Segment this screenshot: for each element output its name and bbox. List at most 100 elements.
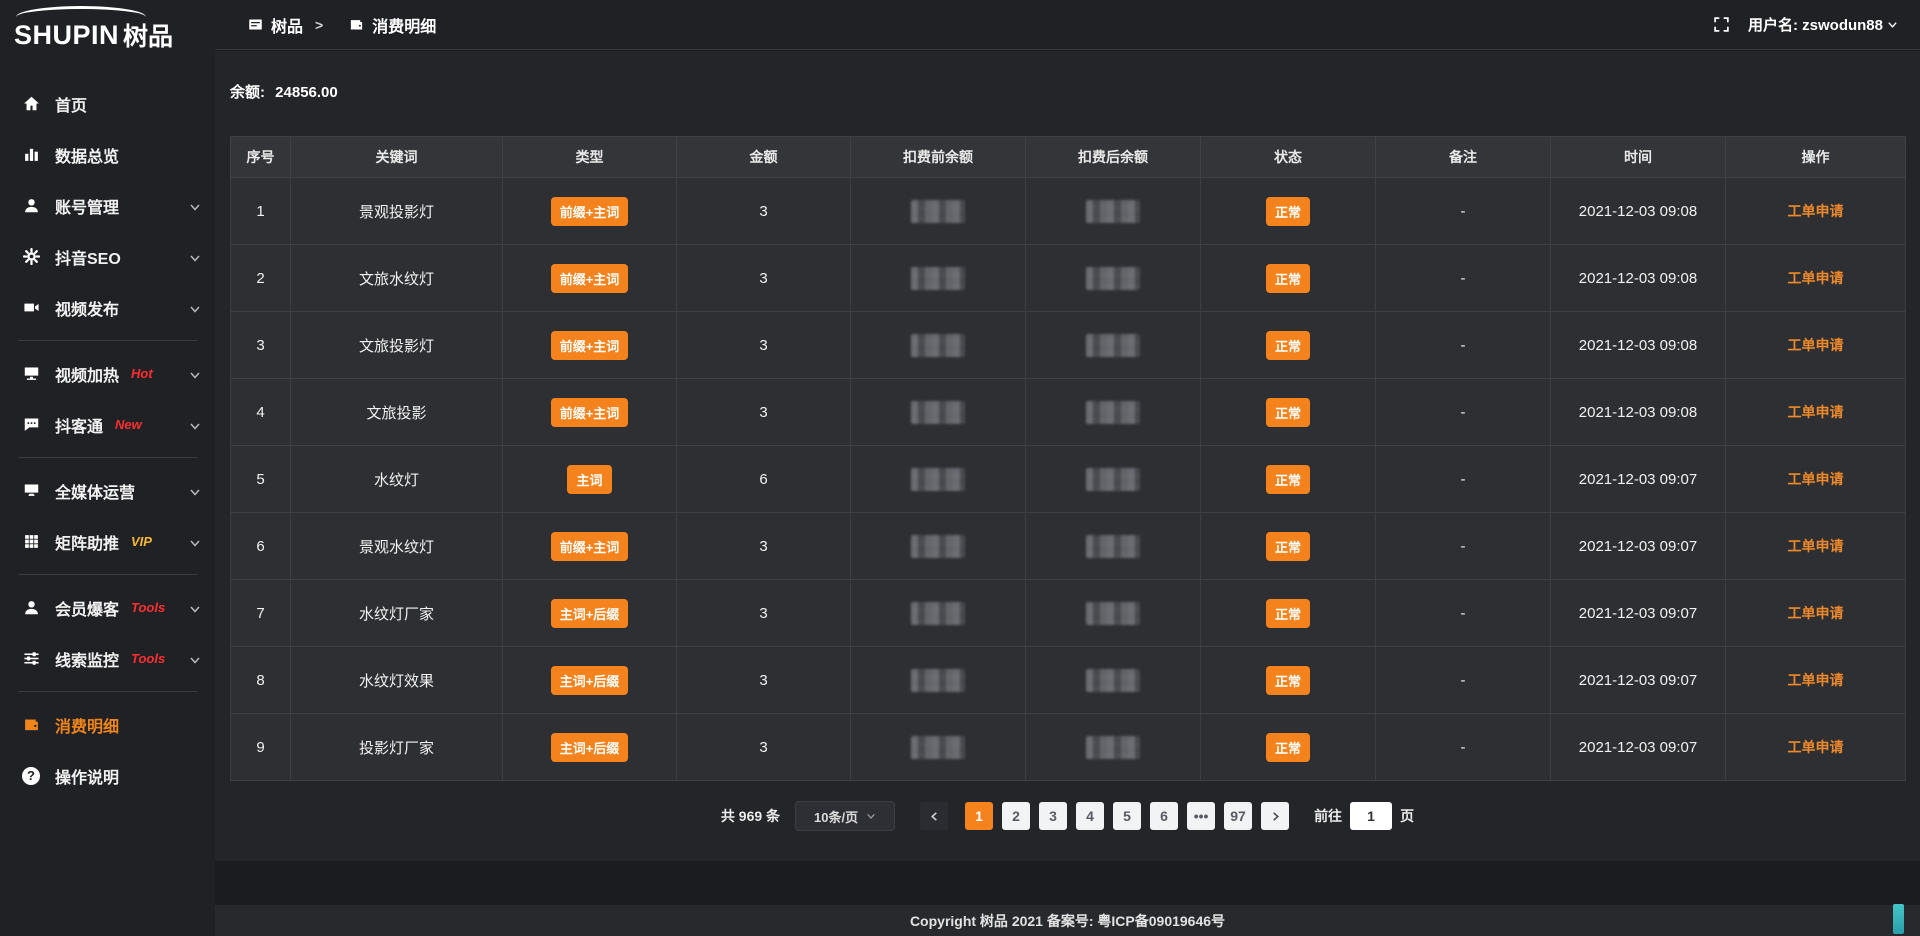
cell-status: 正常 <box>1201 714 1376 781</box>
page-button-4[interactable]: 4 <box>1076 802 1104 830</box>
wallet-icon <box>22 716 40 734</box>
balance-value: 24856.00 <box>275 84 338 101</box>
chevron-down-icon <box>189 419 201 431</box>
table-row: 6景观水纹灯前缀+主词3正常-2021-12-03 09:07工单申请 <box>231 513 1906 580</box>
type-badge: 主词+后缀 <box>551 666 629 695</box>
sidebar-item-label: 线索监控 <box>55 647 119 671</box>
work-order-link[interactable]: 工单申请 <box>1788 471 1844 487</box>
page-button-5[interactable]: 5 <box>1113 802 1141 830</box>
status-badge: 正常 <box>1266 733 1310 762</box>
sidebar-item-account-management[interactable]: 账号管理 <box>0 180 215 231</box>
sidebar-item-badge: VIP <box>131 534 152 549</box>
cell-keyword: 水纹灯效果 <box>291 647 503 714</box>
pagination-ellipsis[interactable]: ••• <box>1187 802 1215 830</box>
column-header: 扣费后余额 <box>1026 137 1201 178</box>
monitor-icon <box>22 482 40 500</box>
work-order-link[interactable]: 工单申请 <box>1788 538 1844 554</box>
work-order-link[interactable]: 工单申请 <box>1788 404 1844 420</box>
chevron-down-icon <box>189 302 201 314</box>
cell-remark: - <box>1376 312 1551 379</box>
blurred-balance-after <box>1086 334 1140 357</box>
sidebar-item-douyin-seo[interactable]: 抖音SEO <box>0 231 215 282</box>
sidebar-divider <box>18 574 197 575</box>
sidebar-item-consumption-detail[interactable]: 消费明细 <box>0 699 215 750</box>
work-order-link[interactable]: 工单申请 <box>1788 739 1844 755</box>
blurred-balance-after <box>1086 535 1140 558</box>
chevron-down-icon <box>189 368 201 380</box>
cell-balance-after <box>1026 446 1201 513</box>
cell-index: 2 <box>231 245 291 312</box>
blurred-balance-before <box>911 535 965 558</box>
sidebar-item-member-baoke[interactable]: 会员爆客 Tools <box>0 582 215 633</box>
cell-type: 前缀+主词 <box>503 312 677 379</box>
cell-balance-before <box>851 714 1026 781</box>
page-number-buttons: 123456 ••• 97 <box>965 802 1252 830</box>
page-size-select[interactable]: 10条/页 <box>795 801 895 831</box>
app-logo[interactable]: SHUPIN 树品 <box>0 0 215 62</box>
cell-action: 工单申请 <box>1726 178 1906 245</box>
column-header: 时间 <box>1551 137 1726 178</box>
breadcrumb-item-root[interactable]: 树品 <box>271 13 303 37</box>
cell-action: 工单申请 <box>1726 714 1906 781</box>
cell-time: 2021-12-03 09:08 <box>1551 312 1726 379</box>
top-header: 树品 > 消费明细 用户名: zswodun88 <box>215 0 1920 50</box>
breadcrumb-item-current[interactable]: 消费明细 <box>372 13 436 37</box>
sidebar-item-matrix-boost[interactable]: 矩阵助推VIP <box>0 516 215 567</box>
sidebar-item-label: 会员爆客 <box>55 596 119 620</box>
cell-remark: - <box>1376 245 1551 312</box>
sidebar-item-operation-guide[interactable]: ?操作说明 <box>0 750 215 801</box>
sidebar-item-label: 账号管理 <box>55 194 119 218</box>
cell-remark: - <box>1376 580 1551 647</box>
blurred-balance-before <box>911 267 965 290</box>
sidebar-item-data-overview[interactable]: 数据总览 <box>0 129 215 180</box>
cell-type: 主词+后缀 <box>503 714 677 781</box>
sidebar-item-video-publish[interactable]: 视频发布 <box>0 282 215 333</box>
cell-status: 正常 <box>1201 178 1376 245</box>
balance: 余额: 24856.00 <box>230 81 1905 102</box>
page-button-97[interactable]: 97 <box>1224 802 1252 830</box>
sidebar-item-label: 视频加热 <box>55 362 119 386</box>
status-badge: 正常 <box>1266 599 1310 628</box>
table-row: 9投影灯厂家主词+后缀3正常-2021-12-03 09:07工单申请 <box>231 714 1906 781</box>
work-order-link[interactable]: 工单申请 <box>1788 672 1844 688</box>
page-button-3[interactable]: 3 <box>1039 802 1067 830</box>
cell-balance-before <box>851 647 1026 714</box>
floating-widget[interactable] <box>1893 904 1904 934</box>
table-row: 7水纹灯厂家主词+后缀3正常-2021-12-03 09:07工单申请 <box>231 580 1906 647</box>
pagination-next-button[interactable] <box>1261 802 1289 830</box>
sidebar-item-lead-monitor[interactable]: 线索监控 Tools <box>0 633 215 684</box>
cell-time: 2021-12-03 09:08 <box>1551 379 1726 446</box>
page-button-6[interactable]: 6 <box>1150 802 1178 830</box>
cell-remark: - <box>1376 647 1551 714</box>
page-button-2[interactable]: 2 <box>1002 802 1030 830</box>
breadcrumb-separator: > <box>315 17 323 33</box>
sidebar-item-douketong[interactable]: 抖客通New <box>0 399 215 450</box>
sidebar-item-badge: Tools <box>131 600 165 615</box>
goto-page-input[interactable] <box>1350 802 1392 830</box>
pagination-prev-button[interactable] <box>920 802 948 830</box>
cell-type: 前缀+主词 <box>503 245 677 312</box>
work-order-link[interactable]: 工单申请 <box>1788 337 1844 353</box>
sidebar-item-video-heat[interactable]: 视频加热Hot <box>0 348 215 399</box>
user-menu[interactable]: 用户名: zswodun88 <box>1748 14 1898 35</box>
cell-amount: 3 <box>677 245 851 312</box>
cell-action: 工单申请 <box>1726 580 1906 647</box>
sidebar-item-omni-media[interactable]: 全媒体运营 <box>0 465 215 516</box>
fullscreen-icon[interactable] <box>1713 16 1730 33</box>
cell-balance-before <box>851 245 1026 312</box>
sidebar-item-home[interactable]: 首页 <box>0 78 215 129</box>
question-icon: ? <box>22 767 40 785</box>
cell-time: 2021-12-03 09:07 <box>1551 446 1726 513</box>
balance-label: 余额: <box>230 84 265 101</box>
main-content: 余额: 24856.00 序号关键词类型金额扣费前余额扣费后余额状态备注时间操作… <box>215 51 1920 861</box>
cell-balance-before <box>851 513 1026 580</box>
work-order-link[interactable]: 工单申请 <box>1788 605 1844 621</box>
chevron-down-icon <box>189 200 201 212</box>
chat-icon <box>22 416 40 434</box>
page-button-1[interactable]: 1 <box>965 802 993 830</box>
cell-status: 正常 <box>1201 446 1376 513</box>
work-order-link[interactable]: 工单申请 <box>1788 203 1844 219</box>
sidebar-item-badge: Tools <box>131 651 165 666</box>
table-row: 5水纹灯主词6正常-2021-12-03 09:07工单申请 <box>231 446 1906 513</box>
work-order-link[interactable]: 工单申请 <box>1788 270 1844 286</box>
